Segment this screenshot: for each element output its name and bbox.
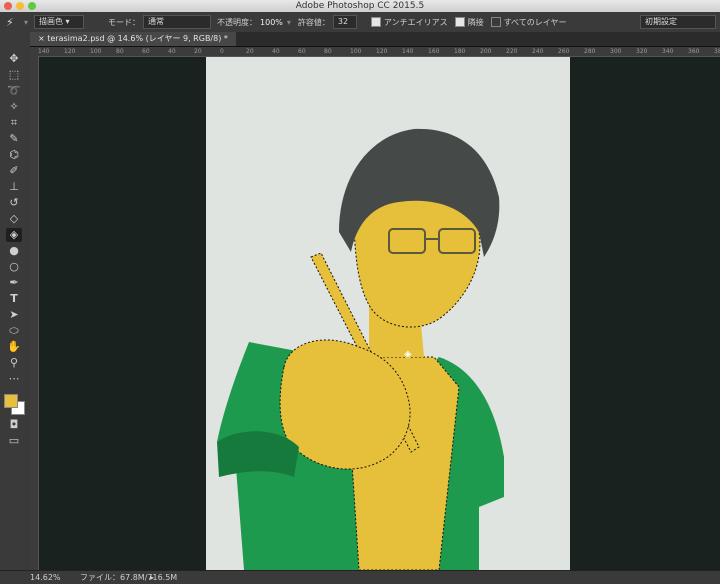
healing-brush-icon[interactable]: ⌬ (6, 148, 22, 162)
all-layers-checkbox[interactable] (490, 17, 501, 27)
canvas-area[interactable]: ◈ (39, 57, 720, 570)
history-brush-icon[interactable]: ↺ (6, 196, 22, 210)
ruler-tick-label: 20 (246, 48, 254, 55)
more-icon[interactable]: ⋯ (6, 372, 22, 386)
tolerance-input[interactable]: 32 (332, 15, 357, 29)
workspace-select[interactable]: 初期設定 (640, 15, 716, 29)
ruler-corner[interactable] (30, 47, 38, 56)
options-bar: ⚡ ▾ 描画色 ▾ モード： 通常 不透明度： 100% ▾ 許容値： 32 ア… (0, 12, 720, 33)
ruler-tick-label: 0 (220, 48, 224, 55)
document-tab-bar: × terasima2.psd @ 14.6% (レイヤー 9, RGB/8) … (30, 32, 720, 47)
ruler-tick-label: 220 (506, 48, 518, 55)
lasso-icon[interactable]: ➰ (6, 84, 22, 98)
window-title: Adobe Photoshop CC 2015.5 (295, 1, 425, 11)
screen-mode-icon[interactable]: ▭ (6, 434, 22, 448)
minimize-window-button[interactable] (16, 2, 24, 10)
ruler-tick-label: 140 (38, 48, 50, 55)
fill-source-value: 描画色 (39, 17, 64, 26)
zoom-icon[interactable]: ⚲ (6, 356, 22, 370)
paint-bucket-preset-icon[interactable]: ⚡ (6, 16, 24, 29)
ruler-tick-label: 20 (194, 48, 202, 55)
close-window-button[interactable] (4, 2, 12, 10)
eyedropper-icon[interactable]: ✎ (6, 132, 22, 146)
marquee-icon[interactable]: ⬚ (6, 68, 22, 82)
ruler-tick-label: 100 (350, 48, 362, 55)
magic-wand-icon[interactable]: ✧ (6, 100, 22, 114)
ruler-tick-label: 300 (610, 48, 622, 55)
ruler-tick-label: 260 (558, 48, 570, 55)
mode-label: モード： (108, 17, 141, 27)
workspace-value: 初期設定 (645, 17, 677, 26)
ruler-tick-label: 320 (636, 48, 648, 55)
status-menu-icon[interactable]: ▸ (150, 571, 154, 584)
clone-stamp-icon[interactable]: ⊥ (6, 180, 22, 194)
path-select-icon[interactable]: ➤ (6, 308, 22, 322)
title-bar: Adobe Photoshop CC 2015.5 (0, 0, 720, 12)
antialias-checkbox[interactable] (370, 17, 381, 27)
ruler-tick-label: 280 (584, 48, 596, 55)
ruler-tick-label: 340 (662, 48, 674, 55)
opacity-value[interactable]: 100% (260, 18, 283, 27)
foreground-color-swatch[interactable] (4, 394, 18, 408)
zoom-window-button[interactable] (28, 2, 36, 10)
close-tab-icon[interactable]: × (38, 34, 45, 43)
ruler-tick-label: 60 (142, 48, 150, 55)
ellipse-icon[interactable]: ⬭ (6, 324, 22, 338)
horizontal-ruler[interactable]: 140 120 100 80 60 40 20 0 20 40 60 80 100 120 140 160 18… (38, 47, 720, 57)
ruler-tick-label: 80 (324, 48, 332, 55)
all-layers-label: すべてのレイヤー (503, 17, 567, 27)
ruler-tick-label: 180 (454, 48, 466, 55)
quick-mask-icon[interactable]: ◘ (6, 418, 22, 432)
hand-icon[interactable]: ✋ (6, 340, 22, 354)
vertical-ruler[interactable] (30, 56, 39, 570)
dodge-icon[interactable]: ○ (6, 260, 22, 274)
tolerance-label: 許容値： (297, 17, 330, 27)
mode-value: 通常 (148, 17, 165, 26)
ruler-tick-label: 80 (116, 48, 124, 55)
antialias-label: アンチエイリアス (383, 17, 448, 27)
ruler-tick-label: 40 (272, 48, 280, 55)
document-canvas[interactable]: ◈ (39, 57, 720, 570)
ruler-tick-label: 240 (532, 48, 544, 55)
ruler-tick-label: 200 (480, 48, 492, 55)
crop-icon[interactable]: ⌗ (6, 116, 22, 130)
contiguous-label: 隣接 (467, 17, 484, 27)
type-icon[interactable]: T (6, 292, 22, 306)
fill-source-select[interactable]: 描画色 ▾ (34, 15, 85, 29)
ruler-tick-label: 120 (64, 48, 76, 55)
ruler-tick-label: 60 (298, 48, 306, 55)
zoom-level[interactable]: 14.62% (30, 571, 61, 584)
ruler-tick-label: 160 (428, 48, 440, 55)
ruler-tick-label: 380 (714, 48, 720, 55)
eraser-icon[interactable]: ◇ (6, 212, 22, 226)
ruler-tick-label: 120 (376, 48, 388, 55)
status-bar: 14.62% ファイル：67.8M/716.5M ▸ (0, 570, 720, 584)
pen-icon[interactable]: ✒ (6, 276, 22, 290)
move-icon[interactable]: ✥ (6, 52, 22, 66)
paint-bucket-cursor-icon: ◈ (404, 349, 412, 360)
ruler-tick-label: 140 (402, 48, 414, 55)
tools-panel: ✥ ⬚ ➰ ✧ ⌗ ✎ ⌬ ✐ ⊥ ↺ ◇ ◈ ● ○ ✒ T ➤ ⬭ ✋ ⚲ … (0, 32, 31, 570)
ruler-tick-label: 40 (168, 48, 176, 55)
opacity-label: 不透明度： (217, 17, 258, 27)
file-info[interactable]: ファイル：67.8M/716.5M (80, 571, 177, 584)
brush-icon[interactable]: ✐ (6, 164, 22, 178)
contiguous-checkbox[interactable] (454, 17, 465, 27)
ruler-tick-label: 100 (90, 48, 102, 55)
paint-bucket-icon[interactable]: ◈ (6, 228, 22, 242)
blur-icon[interactable]: ● (6, 244, 22, 258)
mode-select[interactable]: 通常 (143, 15, 212, 29)
document-tab[interactable]: × terasima2.psd @ 14.6% (レイヤー 9, RGB/8) … (30, 32, 236, 46)
ruler-tick-label: 360 (688, 48, 700, 55)
document-tab-label: terasima2.psd @ 14.6% (レイヤー 9, RGB/8) * (47, 34, 228, 43)
